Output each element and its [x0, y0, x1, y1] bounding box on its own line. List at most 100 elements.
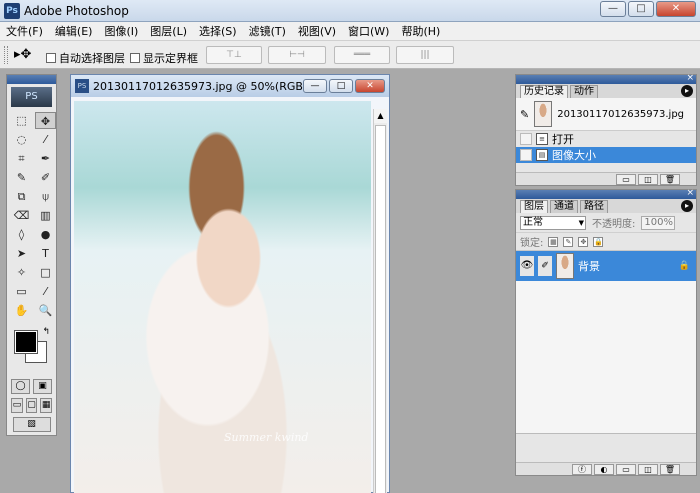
- shape-tool-icon[interactable]: □: [35, 264, 56, 281]
- tab-paths[interactable]: 路径: [580, 200, 608, 213]
- tab-layers[interactable]: 图层: [520, 200, 548, 213]
- history-brush-source-icon[interactable]: ✎: [520, 108, 529, 121]
- history-brush-tool-icon[interactable]: ⍦: [35, 188, 56, 205]
- toolbox: PS ⬚ ✥ ◌ ⁄ ⌗ ✒ ✎ ✐ ⧉ ⍦ ⌫ ▥ ◊ ● ➤ T ✧ □ ▭…: [6, 74, 57, 436]
- doc-maximize-button[interactable]: □: [329, 79, 353, 93]
- panel-close-icon[interactable]: ×: [686, 188, 694, 198]
- adjustment-layer-button[interactable]: ◐: [594, 464, 614, 475]
- jump-to-imageready-button[interactable]: ▧: [12, 417, 51, 432]
- clone-stamp-tool-icon[interactable]: ⧉: [11, 188, 32, 205]
- lock-all-icon[interactable]: 🔒: [593, 236, 604, 247]
- distribute-vertical-button[interactable]: ═══: [334, 46, 390, 64]
- crop-tool-icon[interactable]: ⌗: [11, 150, 32, 167]
- menu-help[interactable]: 帮助(H): [401, 23, 440, 39]
- new-layer-button[interactable]: ◫: [638, 464, 658, 475]
- minimize-button[interactable]: —: [600, 1, 626, 17]
- gradient-tool-icon[interactable]: ▥: [35, 207, 56, 224]
- auto-select-layer-checkbox[interactable]: 自动选择图层: [46, 50, 125, 66]
- new-document-from-state-button[interactable]: ▭: [616, 174, 636, 185]
- lock-position-icon[interactable]: ✥: [578, 236, 589, 247]
- options-bar: ▸✥ 自动选择图层 显示定界框 ⊤⊥ ⊢⊣ ═══ |||: [0, 41, 700, 69]
- menu-file[interactable]: 文件(F): [6, 23, 43, 39]
- doc-close-button[interactable]: ✕: [355, 79, 385, 93]
- photoshop-feather-logo[interactable]: PS: [11, 87, 52, 107]
- distribute-horizontal-button[interactable]: |||: [396, 46, 454, 64]
- menu-layer[interactable]: 图层(L): [150, 23, 187, 39]
- zoom-tool-icon[interactable]: 🔍: [35, 302, 56, 319]
- blend-mode-select[interactable]: 正常 ▼: [520, 215, 586, 230]
- layer-style-button[interactable]: ⓕ: [572, 464, 592, 475]
- color-swatches: ↰: [11, 327, 52, 371]
- history-snapshot[interactable]: ✎ 20130117012635973.jpg: [516, 98, 696, 131]
- panel-menu-arrow-icon[interactable]: ▸: [681, 85, 693, 97]
- type-tool-icon[interactable]: T: [35, 245, 56, 262]
- magic-wand-tool-icon[interactable]: ⁄: [35, 131, 56, 148]
- delete-layer-button[interactable]: 🗑: [660, 464, 680, 475]
- history-item-selected[interactable]: ▤ 图像大小: [516, 147, 696, 163]
- history-item[interactable]: ≡ 打开: [516, 131, 696, 147]
- full-screen-menu-mode-button[interactable]: ▢: [25, 398, 38, 413]
- maximize-button[interactable]: □: [628, 1, 654, 17]
- notes-tool-icon[interactable]: ▭: [11, 283, 32, 300]
- quick-mask-mode-button[interactable]: ▣: [33, 379, 52, 394]
- path-selection-tool-icon[interactable]: ➤: [11, 245, 32, 262]
- show-bounding-box-checkbox[interactable]: 显示定界框: [130, 50, 198, 66]
- hand-tool-icon[interactable]: ✋: [11, 302, 32, 319]
- lock-transparency-icon[interactable]: ▦: [548, 236, 559, 247]
- panel-menu-arrow-icon[interactable]: ▸: [681, 200, 693, 212]
- history-source-checkbox[interactable]: [520, 149, 532, 161]
- new-group-button[interactable]: ▭: [616, 464, 636, 475]
- history-source-checkbox[interactable]: [520, 133, 532, 145]
- menu-filter[interactable]: 滤镜(T): [249, 23, 286, 39]
- foreground-color-swatch[interactable]: [14, 330, 38, 354]
- opacity-input[interactable]: 100%: [641, 215, 676, 230]
- delete-state-button[interactable]: 🗑: [660, 174, 680, 185]
- eyedropper-tool-icon[interactable]: ⁄: [35, 283, 56, 300]
- image-canvas[interactable]: Summer kwind: [74, 101, 371, 493]
- menu-image[interactable]: 图像(I): [104, 23, 138, 39]
- brush-link-icon[interactable]: ✐: [538, 256, 552, 276]
- history-panel-header[interactable]: ×: [516, 73, 696, 84]
- marquee-tool-icon[interactable]: ⬚: [11, 112, 32, 129]
- title-bar: Ps Adobe Photoshop — □ ✕: [0, 0, 700, 22]
- brush-tool-icon[interactable]: ✐: [35, 169, 56, 186]
- scroll-up-icon[interactable]: ▲: [374, 109, 387, 123]
- menu-view[interactable]: 视图(V): [298, 23, 336, 39]
- scrollbar-thumb[interactable]: [375, 125, 386, 493]
- toolbox-header[interactable]: [7, 75, 56, 84]
- doc-minimize-button[interactable]: —: [303, 79, 327, 93]
- lock-image-icon[interactable]: ✎: [563, 236, 574, 247]
- standard-mode-button[interactable]: ◯: [11, 379, 30, 394]
- standard-screen-mode-button[interactable]: ▭: [11, 398, 23, 413]
- checkbox-box[interactable]: [130, 53, 140, 63]
- tab-history[interactable]: 历史记录: [520, 85, 568, 98]
- document-scrollbar[interactable]: ▲: [373, 109, 387, 493]
- swap-colors-icon[interactable]: ↰: [42, 327, 50, 337]
- align-left-right-button[interactable]: ⊢⊣: [268, 46, 326, 64]
- checkbox-box[interactable]: [46, 53, 56, 63]
- menu-window[interactable]: 窗口(W): [348, 23, 389, 39]
- move-tool-icon[interactable]: ✥: [35, 112, 56, 129]
- menu-select[interactable]: 选择(S): [199, 23, 237, 39]
- healing-brush-tool-icon[interactable]: ✎: [11, 169, 32, 186]
- tab-actions[interactable]: 动作: [570, 85, 598, 98]
- layers-panel-header[interactable]: ×: [516, 188, 696, 199]
- new-snapshot-button[interactable]: ◫: [638, 174, 658, 185]
- full-screen-mode-button[interactable]: ▦: [40, 398, 53, 413]
- close-button[interactable]: ✕: [656, 1, 696, 17]
- eye-icon[interactable]: 👁: [520, 256, 534, 276]
- pen-tool-icon[interactable]: ✧: [11, 264, 32, 281]
- options-bar-grip[interactable]: [4, 46, 8, 64]
- dodge-tool-icon[interactable]: ●: [35, 226, 56, 243]
- menu-edit[interactable]: 编辑(E): [55, 23, 93, 39]
- eraser-tool-icon[interactable]: ⌫: [11, 207, 32, 224]
- blur-tool-icon[interactable]: ◊: [11, 226, 32, 243]
- move-tool-icon[interactable]: ▸✥: [14, 47, 31, 62]
- lasso-tool-icon[interactable]: ◌: [11, 131, 32, 148]
- tab-channels[interactable]: 通道: [550, 200, 578, 213]
- history-item-label: 打开: [552, 133, 574, 146]
- layer-row-selected[interactable]: 👁 ✐ 背景 🔒: [516, 251, 696, 281]
- align-top-bottom-button[interactable]: ⊤⊥: [206, 46, 262, 64]
- slice-tool-icon[interactable]: ✒: [35, 150, 56, 167]
- panel-close-icon[interactable]: ×: [686, 73, 694, 83]
